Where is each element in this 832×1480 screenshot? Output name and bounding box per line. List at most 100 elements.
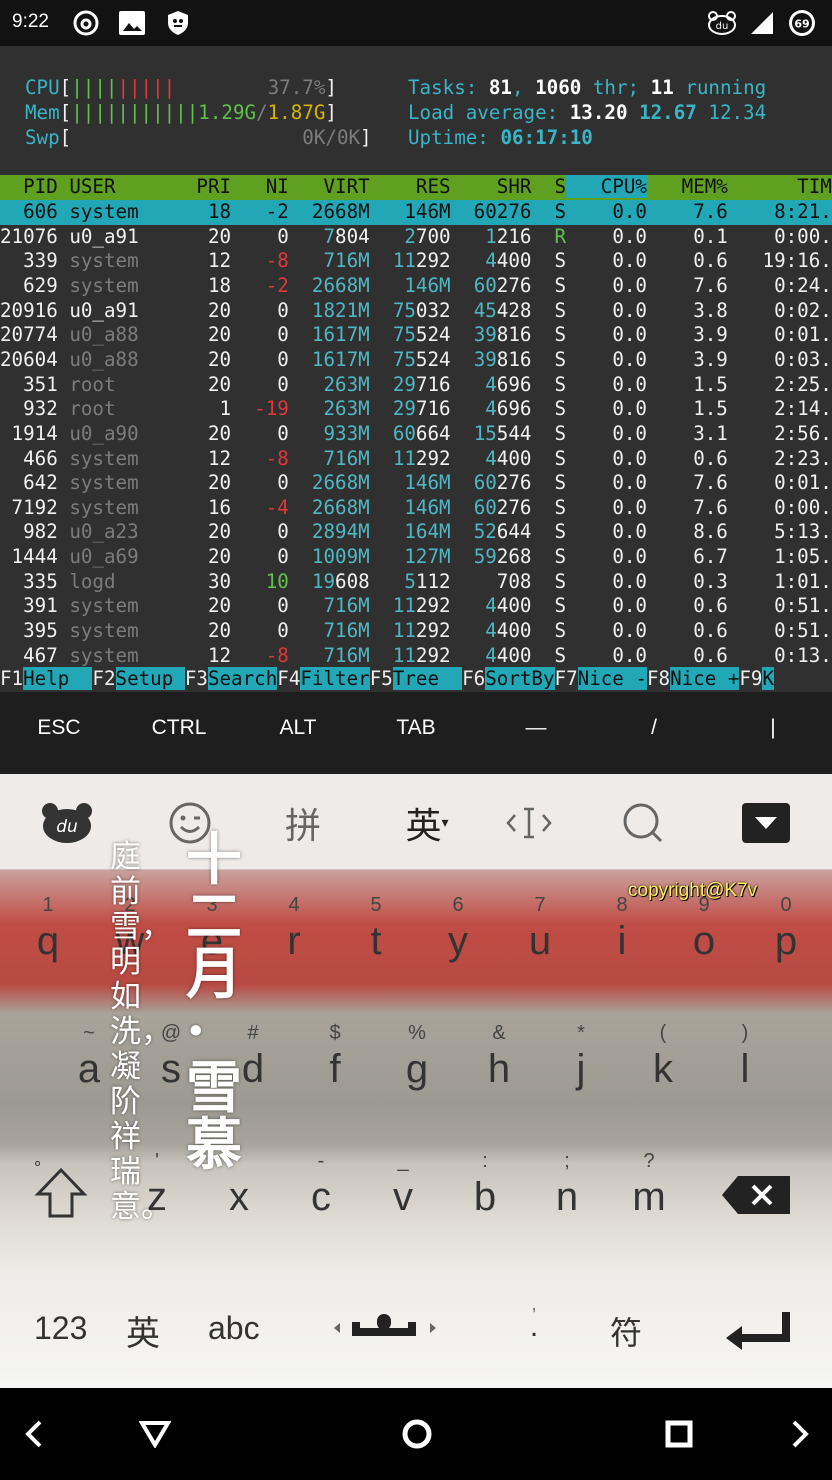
process-row[interactable]: 339 system 12 -8 716M 11292 4400 S 0.0 0… bbox=[0, 249, 832, 274]
process-row[interactable]: 1444 u0_a69 20 0 1009M 127M 59268 S 0.0 … bbox=[0, 545, 832, 570]
shift-key[interactable]: ° bbox=[34, 1158, 88, 1227]
period-key[interactable]: , . bbox=[527, 1294, 541, 1342]
cell-mem: 1.5 bbox=[646, 397, 728, 421]
cell-ni: -8 bbox=[231, 249, 289, 273]
cell-user: u0_a88 bbox=[57, 323, 174, 347]
key-v[interactable]: _ v bbox=[373, 1150, 433, 1220]
language-toggle-key[interactable]: 英 bbox=[126, 1306, 160, 1355]
process-row[interactable]: 642 system 20 0 2668M 146M 60276 S 0.0 7… bbox=[0, 471, 832, 496]
pinyin-mode-button[interactable]: 拼 bbox=[268, 798, 338, 848]
function-key-f6-button[interactable]: F6SortBy bbox=[462, 667, 555, 690]
cell-virt: 2668M bbox=[288, 200, 370, 223]
function-key-f3-button[interactable]: F3Search bbox=[184, 667, 278, 690]
key-o[interactable]: 9o bbox=[674, 894, 734, 964]
key-u[interactable]: 7u bbox=[510, 894, 570, 964]
cell-time: 0:02.17 bbox=[774, 298, 832, 322]
process-row[interactable]: 7192 system 16 -4 2668M 146M 60276 S 0.0… bbox=[0, 496, 832, 521]
function-key-f5-button[interactable]: F5Tree bbox=[369, 667, 463, 690]
cell-user: u0_a91 bbox=[57, 224, 174, 248]
cell-s: S bbox=[531, 520, 567, 544]
process-row[interactable]: 466 system 12 -8 716M 11292 4400 S 0.0 0… bbox=[0, 447, 832, 472]
process-row[interactable]: 982 u0_a23 20 0 2894M 164M 52644 S 0.0 8… bbox=[0, 520, 832, 545]
key-j[interactable]: * j bbox=[551, 1022, 611, 1092]
pipe-key[interactable]: | bbox=[714, 716, 832, 740]
process-row[interactable]: 351 root 20 0 263M 29716 4696 S 0.0 1.5 … bbox=[0, 373, 832, 398]
cell-s: S bbox=[531, 397, 567, 421]
cell-mem: 0.6 bbox=[646, 446, 728, 470]
key-p[interactable]: 0p bbox=[756, 894, 816, 964]
key-f[interactable]: $ f bbox=[305, 1022, 365, 1092]
cell-user: root bbox=[57, 397, 174, 421]
process-row[interactable]: 932 root 1 -19 263M 29716 4696 S 0.0 1.5… bbox=[0, 397, 832, 422]
symbol-key[interactable]: 符 bbox=[610, 1308, 642, 1354]
process-row[interactable]: 335 logd 30 10 19608 5112 708 S 0.0 0.3 … bbox=[0, 570, 832, 595]
htop-terminal[interactable]: CPU[||||||||| 37.7%] Mem[|||||||||||1.29… bbox=[0, 46, 832, 692]
space-key[interactable] bbox=[330, 1308, 440, 1353]
process-row[interactable]: 1914 u0_a90 20 0 933M 60664 15544 S 0.0 … bbox=[0, 422, 832, 447]
cell-virt: 1617M bbox=[288, 323, 370, 347]
key-q[interactable]: 1q bbox=[18, 894, 78, 964]
process-row[interactable]: 20604 u0_a88 20 0 1617M 75524 39816 S 0.… bbox=[0, 348, 832, 373]
svg-text:du: du bbox=[716, 21, 729, 32]
du-logo-icon[interactable]: du bbox=[32, 798, 102, 848]
process-row[interactable]: 391 system 20 0 716M 11292 4400 S 0.0 0.… bbox=[0, 594, 832, 619]
key-k[interactable]: (k bbox=[633, 1022, 693, 1092]
chevron-left-icon[interactable] bbox=[10, 1410, 58, 1458]
english-mode-button[interactable]: 英 ▾ bbox=[392, 798, 462, 848]
process-row[interactable]: 20916 u0_a91 20 0 1821M 75032 45428 S 0.… bbox=[0, 299, 832, 324]
cell-shr: 59268 bbox=[473, 545, 532, 569]
cell-ni: 0 bbox=[231, 298, 289, 322]
key-t[interactable]: 5t bbox=[346, 894, 406, 964]
slash-key[interactable]: / bbox=[595, 716, 713, 740]
cell-user: system bbox=[57, 495, 174, 519]
cell-pri: 20 bbox=[173, 347, 232, 371]
back-icon[interactable] bbox=[131, 1410, 179, 1458]
cell-mem: 0.6 bbox=[646, 249, 728, 273]
key-i[interactable]: 8i bbox=[592, 894, 652, 964]
dash-key[interactable]: — bbox=[477, 716, 595, 740]
ctrl-key[interactable]: CTRL bbox=[120, 716, 238, 740]
tab-key[interactable]: TAB bbox=[357, 716, 475, 740]
home-icon[interactable] bbox=[393, 1410, 441, 1458]
process-row[interactable]: 629 system 18 -2 2668M 146M 60276 S 0.0 … bbox=[0, 274, 832, 299]
function-key-f4-button[interactable]: F4Filter bbox=[277, 667, 370, 690]
key-c[interactable]: -c bbox=[291, 1150, 351, 1220]
alt-key[interactable]: ALT bbox=[239, 716, 357, 740]
key-y[interactable]: 6y bbox=[428, 894, 488, 964]
hide-keyboard-icon[interactable] bbox=[731, 798, 801, 848]
process-row[interactable]: 21076 u0_a91 20 0 7804 2700 1216 R 0.0 0… bbox=[0, 225, 832, 250]
key-m[interactable]: ? m bbox=[619, 1150, 679, 1220]
number-mode-key[interactable]: 123 bbox=[34, 1310, 87, 1347]
cell-pri: 20 bbox=[173, 471, 232, 495]
key-r[interactable]: 4r bbox=[264, 894, 324, 964]
cell-cpu: 0.0 bbox=[566, 224, 647, 248]
chevron-right-icon[interactable] bbox=[776, 1410, 824, 1458]
process-row[interactable]: 395 system 20 0 716M 11292 4400 S 0.0 0.… bbox=[0, 619, 832, 644]
function-key-f7-button[interactable]: F7Nice - bbox=[554, 667, 647, 690]
process-table-header[interactable]: PID USER PRI NI VIRT RES SHR S CPU% MEM%… bbox=[0, 175, 832, 200]
key-n[interactable]: ; n bbox=[537, 1150, 597, 1220]
function-key-f1-button[interactable]: F1Help bbox=[0, 667, 93, 690]
key-l[interactable]: ) l bbox=[715, 1022, 775, 1092]
esc-key[interactable]: ESC bbox=[0, 716, 118, 740]
recents-icon[interactable] bbox=[655, 1410, 703, 1458]
cursor-icon[interactable] bbox=[494, 798, 564, 848]
function-key-bar[interactable]: F1Help F2Setup F3SearchF4FilterF5Tree F6… bbox=[0, 667, 832, 692]
soft-keyboard[interactable]: du 拼 英 ▾ 1q2w3e4r5t6y7u8i9o0p ~ a @ s # d $ f% g &… bbox=[0, 774, 832, 1388]
function-key-f9-button[interactable]: F9K bbox=[739, 667, 775, 690]
process-row[interactable]: 20774 u0_a88 20 0 1617M 75524 39816 S 0.… bbox=[0, 323, 832, 348]
process-row[interactable]: 606 system 18 -2 2668M 146M 60276 S 0.0 … bbox=[0, 200, 832, 225]
enter-key[interactable] bbox=[724, 1310, 790, 1355]
function-key-f8-button[interactable]: F8Nice + bbox=[646, 667, 740, 690]
abc-mode-key[interactable]: abc bbox=[208, 1310, 260, 1347]
key-h[interactable]: & h bbox=[469, 1022, 529, 1092]
key-g[interactable]: % g bbox=[387, 1022, 447, 1092]
cell-mem: 6.7 bbox=[646, 545, 728, 569]
backspace-key[interactable] bbox=[720, 1174, 792, 1221]
function-key-f2-button[interactable]: F2Setup bbox=[92, 667, 185, 690]
search-icon[interactable] bbox=[608, 798, 678, 848]
process-row[interactable]: 467 system 12 -8 716M 11292 4400 S 0.0 0… bbox=[0, 644, 832, 669]
key-b[interactable]: :b bbox=[455, 1150, 515, 1220]
extra-keys-bar[interactable]: ESC CTRL ALT TAB — / | bbox=[0, 692, 832, 774]
cpu-meter: CPU[||||||||| 37.7%] bbox=[25, 76, 337, 99]
